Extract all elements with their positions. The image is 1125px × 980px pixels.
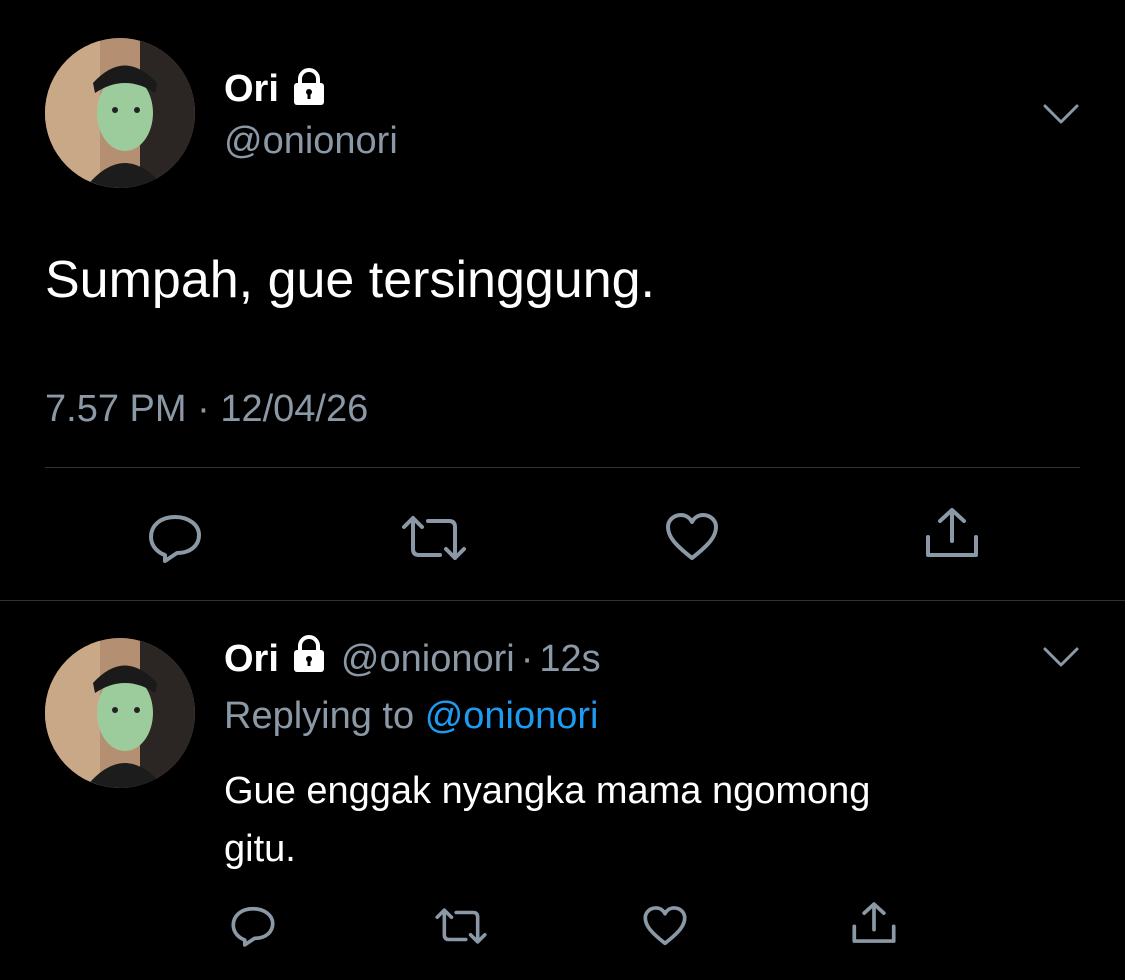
main-avatar[interactable]	[45, 38, 195, 188]
timestamp-separator: ·	[197, 388, 210, 430]
section-divider	[0, 600, 1125, 601]
reply-author-name[interactable]: Ori	[224, 638, 279, 681]
timestamp-date: 12/04/26	[220, 388, 369, 430]
lock-icon	[289, 67, 329, 112]
main-divider	[45, 467, 1080, 468]
share-icon	[926, 508, 978, 557]
reply-icon	[149, 515, 201, 563]
main-retweet-button[interactable]	[400, 515, 468, 561]
main-tweet-timestamp[interactable]: 7.57 PM · 12/04/26	[45, 388, 368, 431]
reply-chevron-down-icon[interactable]	[1043, 647, 1079, 674]
heart-icon	[643, 906, 687, 946]
reply-separator: ·	[520, 637, 534, 680]
reply-retweet-button[interactable]	[434, 907, 488, 945]
main-share-button[interactable]	[924, 507, 980, 559]
reply-author-handle[interactable]: @onionori	[341, 638, 515, 681]
reply-header-row: Ori @onionori · 12s	[224, 634, 601, 684]
reply-text-line-1: Gue enggak nyangka mama ngomong	[224, 770, 871, 812]
reply-age[interactable]: 12s	[539, 638, 600, 681]
main-tweet-text: Sumpah, gue tersinggung.	[45, 251, 655, 309]
lock-icon	[289, 634, 329, 684]
reply-like-button[interactable]	[642, 905, 688, 947]
main-reply-button[interactable]	[147, 513, 203, 563]
replying-to-line: Replying to @onionori	[224, 695, 598, 738]
main-author-name[interactable]: Ori	[224, 68, 279, 111]
replying-to-label: Replying to	[224, 695, 415, 737]
main-author-handle[interactable]: @onionori	[224, 120, 398, 163]
main-chevron-down-icon[interactable]	[1043, 104, 1079, 131]
retweet-icon	[402, 516, 466, 560]
reply-share-button[interactable]	[851, 901, 897, 945]
reply-text-line-2: gitu.	[224, 828, 296, 870]
heart-icon	[666, 513, 718, 560]
reply-icon	[231, 906, 275, 947]
reply-avatar[interactable]	[45, 638, 195, 788]
replying-to-handle-link[interactable]: @onionori	[425, 695, 599, 737]
reply-tweet-text: Gue enggak nyangka mama ngomong gitu.	[224, 762, 1064, 878]
main-author-name-row[interactable]: Ori	[224, 68, 329, 110]
share-icon	[852, 902, 896, 943]
main-like-button[interactable]	[664, 512, 720, 562]
timestamp-time: 7.57 PM	[45, 388, 187, 430]
reply-reply-button[interactable]	[230, 905, 276, 947]
retweet-icon	[435, 908, 487, 944]
